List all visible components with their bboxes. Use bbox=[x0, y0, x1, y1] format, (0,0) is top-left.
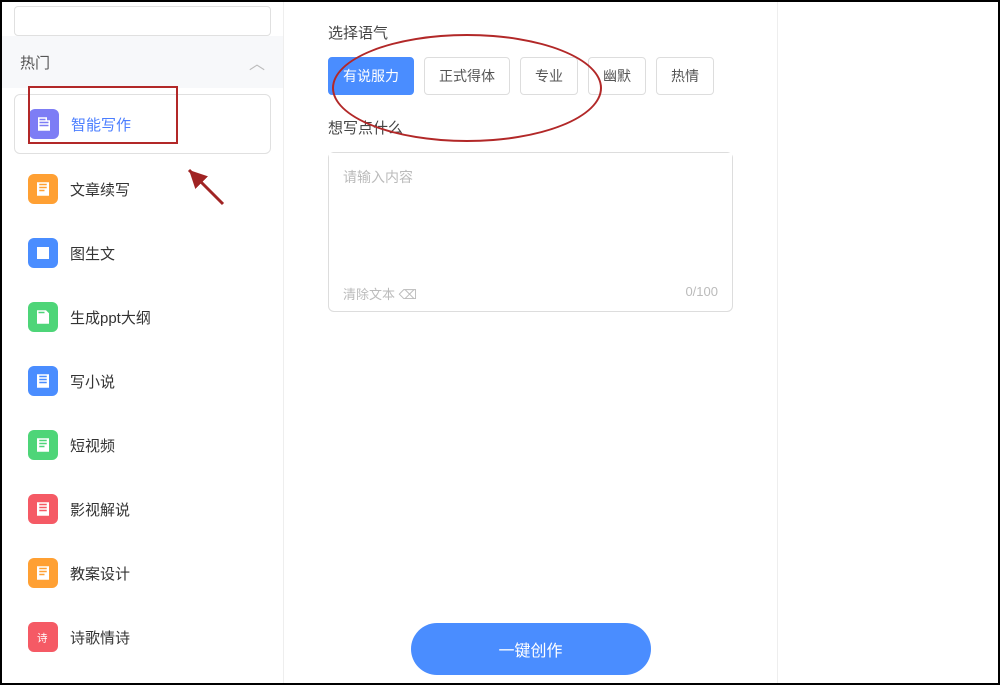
category-label: 热门 bbox=[20, 52, 50, 73]
prompt-input[interactable] bbox=[329, 153, 732, 283]
menu-item-label: 图生文 bbox=[70, 243, 115, 264]
menu-item-ppt-outline[interactable]: 生成ppt大纲 bbox=[14, 288, 271, 346]
main-panel: 选择语气 有说服力 正式得体 专业 幽默 热情 想写点什么 清除文本 ⌫ 0/1… bbox=[284, 2, 778, 683]
tone-enthusiastic[interactable]: 热情 bbox=[656, 57, 714, 95]
menu-item-label: 短视频 bbox=[70, 435, 115, 456]
menu-item-short-video[interactable]: 短视频 bbox=[14, 416, 271, 474]
sidebar: 热门 ︿ 智能写作 文章续写 图生文 生成ppt大纲 bbox=[2, 2, 284, 683]
image-icon bbox=[28, 238, 58, 268]
prompt-section-label: 想写点什么 bbox=[328, 117, 733, 138]
prompt-textarea-wrap: 清除文本 ⌫ 0/100 bbox=[328, 152, 733, 312]
doc-icon bbox=[28, 366, 58, 396]
doc-icon bbox=[28, 430, 58, 460]
right-panel bbox=[778, 2, 998, 683]
doc-icon bbox=[28, 494, 58, 524]
menu-list: 智能写作 文章续写 图生文 生成ppt大纲 写小说 bbox=[2, 88, 283, 683]
menu-item-label: 智能写作 bbox=[71, 114, 131, 135]
tone-professional[interactable]: 专业 bbox=[520, 57, 578, 95]
menu-item-label: 影视解说 bbox=[70, 499, 130, 520]
tone-options: 有说服力 正式得体 专业 幽默 热情 bbox=[328, 57, 733, 95]
submit-button[interactable]: 一键创作 bbox=[411, 623, 651, 675]
textarea-footer: 清除文本 ⌫ 0/100 bbox=[343, 284, 718, 303]
menu-item-poetry[interactable]: 诗 诗歌情诗 bbox=[14, 608, 271, 666]
menu-item-label: 生成ppt大纲 bbox=[70, 307, 151, 328]
menu-item-label: 诗歌情诗 bbox=[70, 627, 130, 648]
tone-humorous[interactable]: 幽默 bbox=[588, 57, 646, 95]
menu-item-film-commentary[interactable]: 影视解说 bbox=[14, 480, 271, 538]
sidebar-top-box bbox=[14, 6, 271, 36]
category-header[interactable]: 热门 ︿ bbox=[2, 36, 283, 88]
char-counter: 0/100 bbox=[685, 284, 718, 303]
menu-item-label: 文章续写 bbox=[70, 179, 130, 200]
doc-icon bbox=[28, 174, 58, 204]
clear-text-button[interactable]: 清除文本 ⌫ bbox=[343, 284, 417, 303]
tone-formal[interactable]: 正式得体 bbox=[424, 57, 510, 95]
doc-edit-icon bbox=[29, 109, 59, 139]
menu-item-lesson-plan[interactable]: 教案设计 bbox=[14, 544, 271, 602]
doc-icon bbox=[28, 558, 58, 588]
menu-item-article-continue[interactable]: 文章续写 bbox=[14, 160, 271, 218]
menu-item-novel[interactable]: 写小说 bbox=[14, 352, 271, 410]
tone-persuasive[interactable]: 有说服力 bbox=[328, 57, 414, 95]
tone-section-label: 选择语气 bbox=[328, 22, 733, 43]
menu-item-smart-writing[interactable]: 智能写作 bbox=[14, 94, 271, 154]
chevron-up-icon: ︿ bbox=[249, 50, 265, 74]
submit-area: 一键创作 bbox=[328, 623, 733, 683]
svg-text:诗: 诗 bbox=[37, 632, 48, 645]
menu-item-label: 教案设计 bbox=[70, 563, 130, 584]
poem-icon: 诗 bbox=[28, 622, 58, 652]
menu-item-image-to-text[interactable]: 图生文 bbox=[14, 224, 271, 282]
doc-icon bbox=[28, 302, 58, 332]
menu-item-label: 写小说 bbox=[70, 371, 115, 392]
